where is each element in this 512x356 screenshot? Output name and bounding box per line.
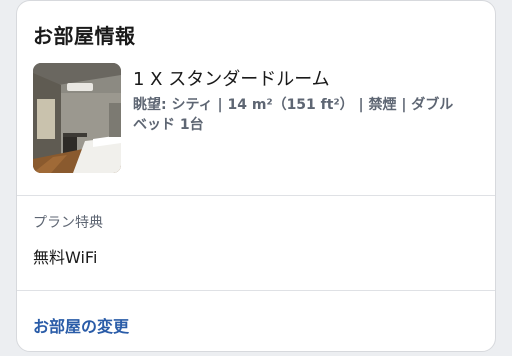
plan-perks-label: プラン特典 — [33, 215, 103, 231]
room-details: 眺望: シティ | 14 m²（151 ft²） | 禁煙 | ダブルベッド 1… — [133, 97, 454, 133]
room-summary: 1 X スタンダードルーム 眺望: シティ | 14 m²（151 ft²） |… — [33, 63, 479, 175]
change-room-link[interactable]: お部屋の変更 — [33, 313, 129, 337]
section-title: お部屋情報 — [33, 24, 136, 48]
room-photo — [33, 63, 121, 173]
divider — [17, 290, 495, 291]
plan-perks-value: 無料WiFi — [33, 248, 98, 267]
room-info-card: お部屋情報 1 X スタンダードルーム 眺望: シティ | 14 m²（151 … — [16, 0, 496, 352]
divider — [17, 195, 495, 196]
room-name: 1 X スタンダードルーム — [133, 69, 330, 90]
